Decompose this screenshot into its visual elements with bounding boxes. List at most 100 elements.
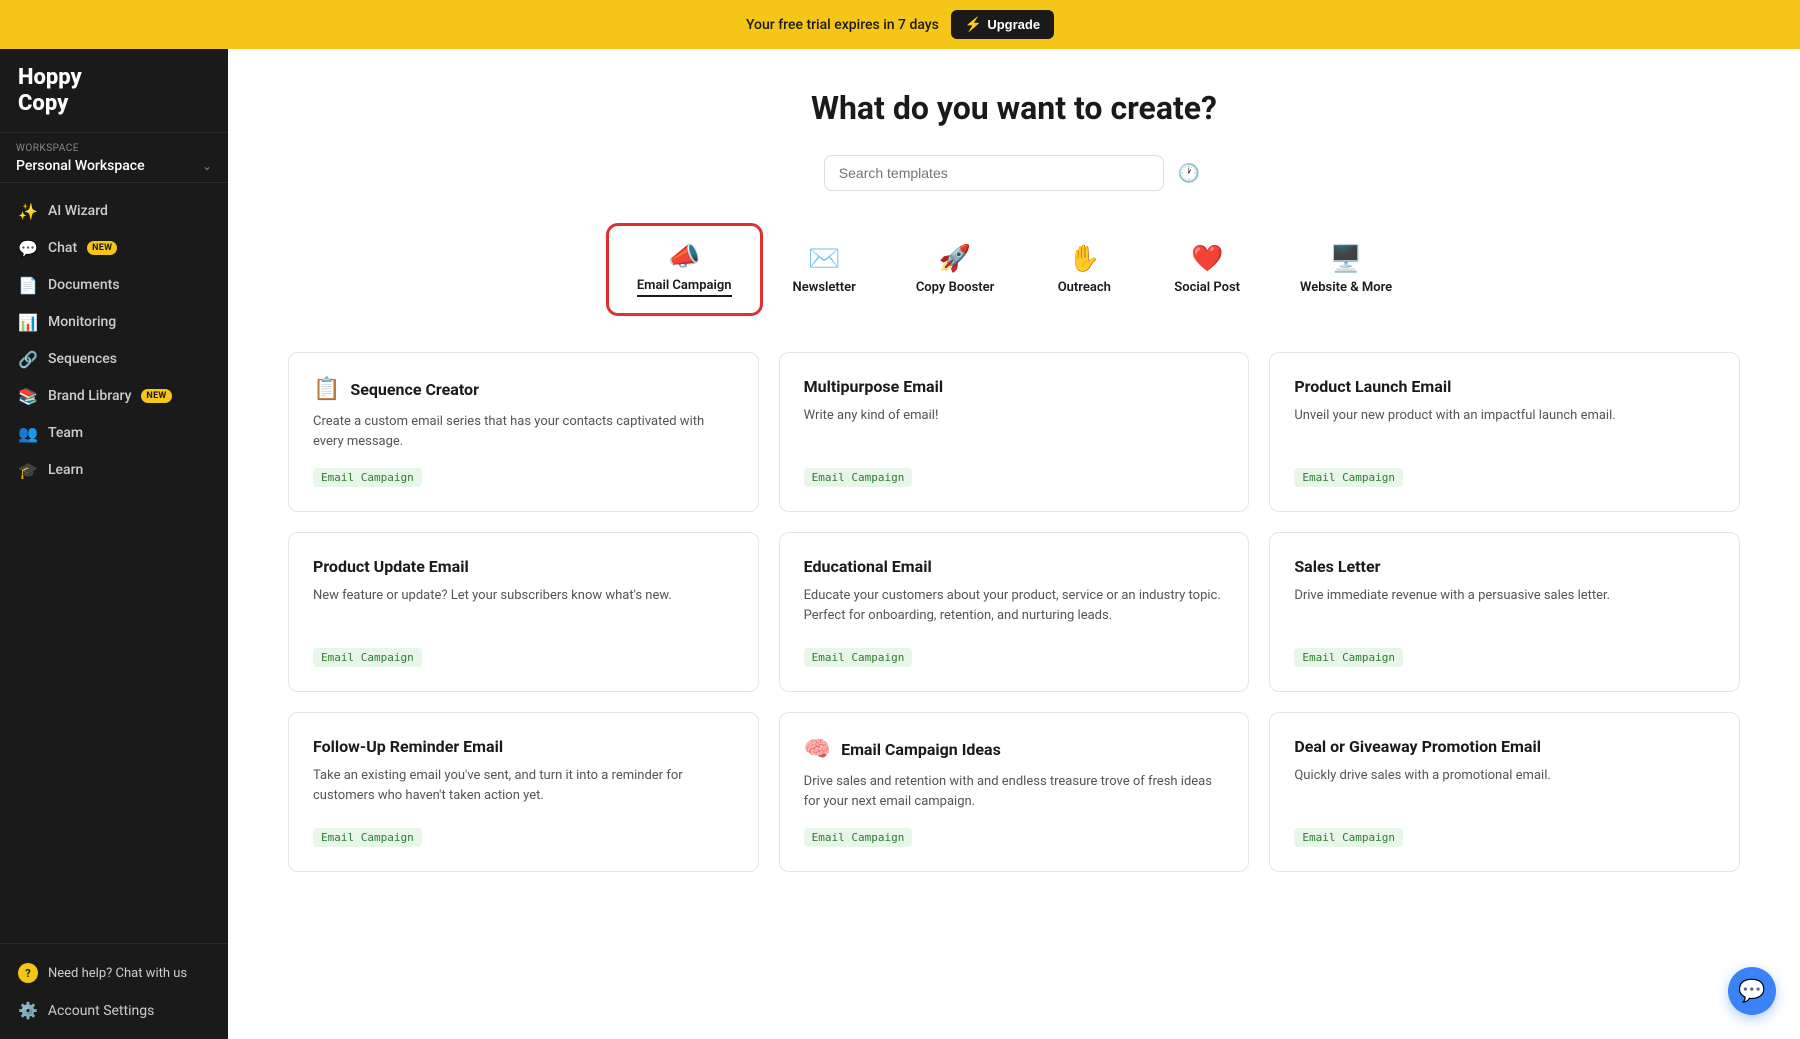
account-settings-item[interactable]: ⚙️ Account Settings: [0, 992, 228, 1029]
sidebar-item-learn[interactable]: 🎓 Learn: [0, 452, 228, 489]
workspace-label: Workspace: [16, 143, 212, 154]
sidebar-item-sequences[interactable]: 🔗 Sequences: [0, 341, 228, 378]
copy-booster-icon: 🚀: [939, 244, 971, 274]
template-card-footer: Email Campaign: [804, 814, 1225, 847]
logo-text: Hoppy Copy: [18, 65, 210, 118]
search-input[interactable]: [824, 155, 1164, 191]
template-icon: 🧠: [804, 737, 831, 762]
template-title: Sequence Creator: [350, 380, 479, 399]
template-card-footer: Email Campaign: [804, 634, 1225, 667]
sidebar-item-label: Brand Library: [48, 388, 131, 404]
template-title: Educational Email: [804, 557, 932, 576]
search-input-wrapper: [824, 155, 1164, 191]
account-settings-label: Account Settings: [48, 1003, 154, 1019]
chat-fab[interactable]: 💬: [1728, 967, 1776, 1015]
trial-banner: Your free trial expires in 7 days ⚡ Upgr…: [0, 0, 1800, 49]
brand-library-icon: 📚: [18, 387, 38, 406]
sidebar-nav: ✨ AI Wizard💬 Chatnew📄 Documents📊 Monitor…: [0, 183, 228, 943]
template-card-deal-giveaway[interactable]: Deal or Giveaway Promotion Email Quickly…: [1269, 712, 1740, 872]
sidebar-item-ai-wizard[interactable]: ✨ AI Wizard: [0, 193, 228, 230]
template-tag: Email Campaign: [1294, 828, 1403, 847]
badge-new: new: [87, 241, 117, 255]
template-card-followup-reminder[interactable]: Follow-Up Reminder Email Take an existin…: [288, 712, 759, 872]
sidebar-item-team[interactable]: 👥 Team: [0, 415, 228, 452]
help-label: Need help? Chat with us: [48, 966, 187, 981]
tab-website-more[interactable]: 🖥️ Website & More: [1270, 226, 1422, 313]
tab-label: Newsletter: [793, 280, 856, 295]
template-icon: 📋: [313, 377, 340, 402]
sidebar-item-chat[interactable]: 💬 Chatnew: [0, 230, 228, 267]
template-tag: Email Campaign: [313, 468, 422, 487]
template-card-campaign-ideas[interactable]: 🧠 Email Campaign Ideas Drive sales and r…: [779, 712, 1250, 872]
sidebar-item-label: Learn: [48, 462, 83, 478]
sidebar-item-label: Sequences: [48, 351, 117, 367]
template-description: New feature or update? Let your subscrib…: [313, 586, 734, 634]
upgrade-label: Upgrade: [987, 17, 1040, 32]
history-button[interactable]: 🕐: [1174, 159, 1204, 188]
sidebar: Hoppy Copy Workspace Personal Workspace …: [0, 49, 228, 1039]
template-card-header: Deal or Giveaway Promotion Email: [1294, 737, 1715, 756]
sidebar-item-brand-library[interactable]: 📚 Brand Library new: [0, 378, 228, 415]
template-tag: Email Campaign: [804, 828, 913, 847]
template-card-product-launch-email[interactable]: Product Launch Email Unveil your new pro…: [1269, 352, 1740, 512]
search-row: 🕐: [288, 155, 1740, 191]
template-card-product-update-email[interactable]: Product Update Email New feature or upda…: [288, 532, 759, 692]
tab-newsletter[interactable]: ✉️ Newsletter: [763, 226, 886, 313]
template-description: Drive immediate revenue with a persuasiv…: [1294, 586, 1715, 634]
workspace-selector[interactable]: Personal Workspace ⌄: [16, 158, 212, 174]
tab-email-campaign[interactable]: 📣 Email Campaign: [606, 223, 763, 316]
help-icon: ?: [18, 963, 38, 983]
sidebar-item-monitoring[interactable]: 📊 Monitoring: [0, 304, 228, 341]
template-description: Educate your customers about your produc…: [804, 586, 1225, 634]
workspace-section: Workspace Personal Workspace ⌄: [0, 133, 228, 183]
tab-social-post[interactable]: ❤️ Social Post: [1144, 226, 1270, 313]
template-grid: 📋 Sequence Creator Create a custom email…: [288, 352, 1740, 872]
category-tabs: 📣 Email Campaign ✉️ Newsletter 🚀 Copy Bo…: [288, 223, 1740, 316]
template-description: Quickly drive sales with a promotional e…: [1294, 766, 1715, 814]
template-card-header: Sales Letter: [1294, 557, 1715, 576]
template-tag: Email Campaign: [1294, 648, 1403, 667]
newsletter-icon: ✉️: [808, 244, 840, 274]
help-chat-item[interactable]: ? Need help? Chat with us: [0, 954, 228, 992]
sequences-icon: 🔗: [18, 350, 38, 369]
sidebar-item-label: Documents: [48, 277, 120, 293]
template-card-header: Multipurpose Email: [804, 377, 1225, 396]
template-card-footer: Email Campaign: [804, 454, 1225, 487]
upgrade-button[interactable]: ⚡ Upgrade: [951, 10, 1054, 39]
workspace-name: Personal Workspace: [16, 158, 145, 174]
template-tag: Email Campaign: [804, 468, 913, 487]
tab-outreach[interactable]: ✋ Outreach: [1024, 226, 1144, 313]
gear-icon: ⚙️: [18, 1001, 38, 1020]
page-title: What do you want to create?: [288, 89, 1740, 127]
outreach-icon: ✋: [1068, 244, 1100, 274]
template-card-sequence-creator[interactable]: 📋 Sequence Creator Create a custom email…: [288, 352, 759, 512]
team-icon: 👥: [18, 424, 38, 443]
website-more-icon: 🖥️: [1330, 244, 1362, 274]
template-tag: Email Campaign: [313, 828, 422, 847]
template-tag: Email Campaign: [804, 648, 913, 667]
template-description: Unveil your new product with an impactfu…: [1294, 406, 1715, 454]
tab-label: Copy Booster: [916, 280, 994, 295]
badge-new: new: [141, 389, 171, 403]
tab-label: Website & More: [1300, 280, 1392, 295]
template-card-sales-letter[interactable]: Sales Letter Drive immediate revenue wit…: [1269, 532, 1740, 692]
tab-label: Social Post: [1174, 280, 1240, 295]
template-card-multipurpose-email[interactable]: Multipurpose Email Write any kind of ema…: [779, 352, 1250, 512]
template-card-footer: Email Campaign: [313, 814, 734, 847]
monitoring-icon: 📊: [18, 313, 38, 332]
tab-label: Email Campaign: [637, 278, 732, 297]
template-title: Product Update Email: [313, 557, 469, 576]
template-card-footer: Email Campaign: [1294, 814, 1715, 847]
banner-text: Your free trial expires in 7 days: [746, 17, 939, 33]
template-card-footer: Email Campaign: [313, 634, 734, 667]
template-description: Take an existing email you've sent, and …: [313, 766, 734, 814]
tab-copy-booster[interactable]: 🚀 Copy Booster: [886, 226, 1024, 313]
template-card-educational-email[interactable]: Educational Email Educate your customers…: [779, 532, 1250, 692]
sidebar-item-label: AI Wizard: [48, 203, 108, 219]
template-card-header: Product Update Email: [313, 557, 734, 576]
main-content: What do you want to create? 🕐 📣 Email Ca…: [228, 49, 1800, 1039]
bolt-icon: ⚡: [965, 16, 982, 33]
template-description: Create a custom email series that has yo…: [313, 412, 734, 454]
sidebar-item-documents[interactable]: 📄 Documents: [0, 267, 228, 304]
tab-label: Outreach: [1058, 280, 1111, 295]
